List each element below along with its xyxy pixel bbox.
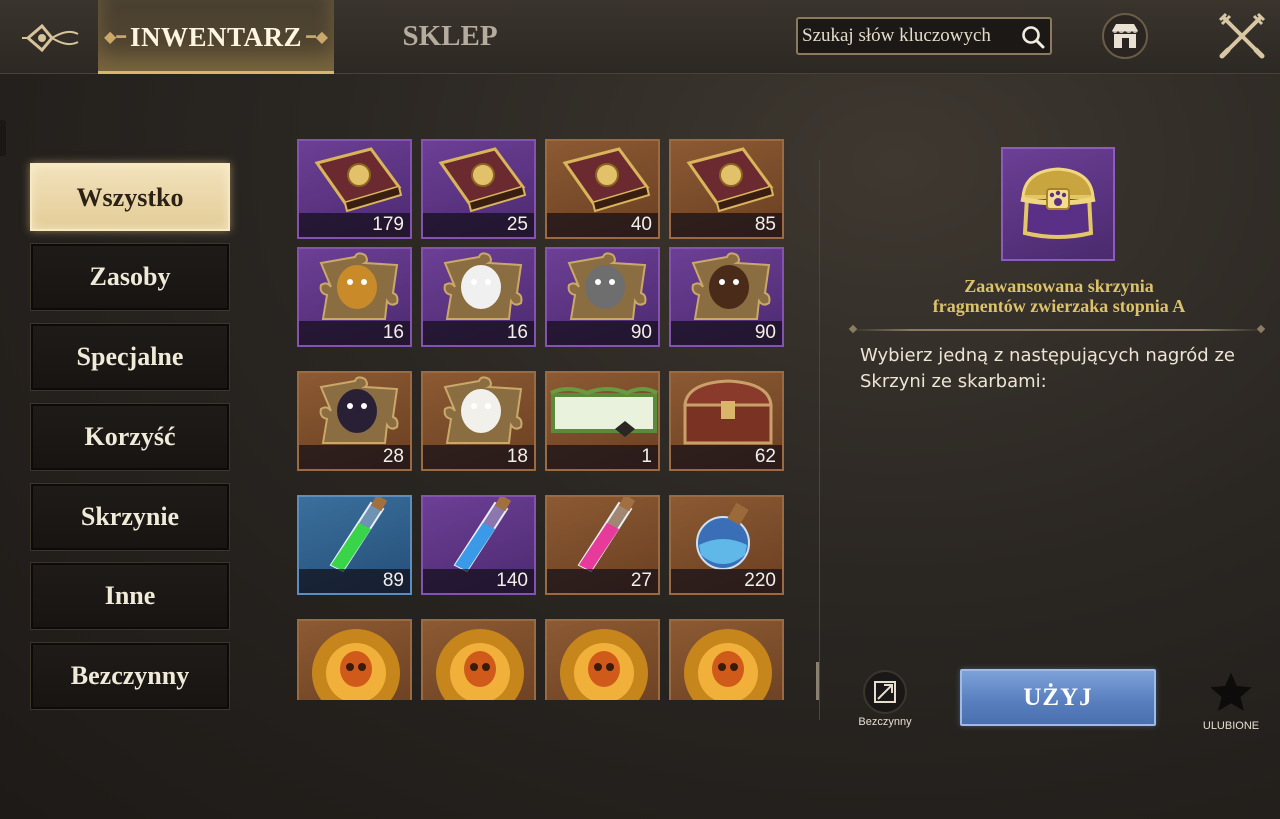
- left-edge-handle: [0, 120, 6, 156]
- item-title: Zaawansowana skrzynia fragmentów zwierza…: [850, 276, 1268, 316]
- inventory-slot[interactable]: 18: [421, 371, 536, 471]
- item-count: 85: [671, 213, 782, 237]
- inventory-slot[interactable]: 16: [297, 247, 412, 347]
- inventory-slot[interactable]: 1: [545, 371, 660, 471]
- inventory-slot[interactable]: 28: [297, 371, 412, 471]
- tab-inventory-label: INWENTARZ: [129, 22, 303, 52]
- idle-icon: [863, 670, 907, 714]
- shop-icon[interactable]: [1102, 13, 1148, 59]
- pet-fragment-chest-icon: [1001, 147, 1115, 261]
- sidebar-item-benefit[interactable]: Korzyść: [30, 403, 230, 471]
- inventory-slot[interactable]: 16: [421, 247, 536, 347]
- item-count: 140: [423, 569, 534, 593]
- inventory-slot[interactable]: 220: [669, 495, 784, 595]
- inventory-slot[interactable]: 27: [545, 495, 660, 595]
- item-count: 220: [671, 569, 782, 593]
- sidebar-item-other[interactable]: Inne: [30, 562, 230, 630]
- item-count: 179: [299, 213, 410, 237]
- favorite-button[interactable]: ULUBIONE: [1196, 667, 1266, 732]
- inventory-grid: 179 25 40 85 16 16 90 90 28 18 1 62 89 140 27 220: [297, 139, 785, 700]
- inventory-slot[interactable]: 90: [669, 247, 784, 347]
- star-icon: [1205, 667, 1257, 716]
- inventory-slot[interactable]: 89: [297, 495, 412, 595]
- item-count: 62: [671, 445, 782, 469]
- search-input[interactable]: [802, 23, 1022, 49]
- search-field[interactable]: [796, 17, 1052, 55]
- item-count: 89: [299, 569, 410, 593]
- inventory-slot[interactable]: 85: [669, 139, 784, 239]
- item-count: 16: [299, 321, 410, 345]
- search-icon[interactable]: [1020, 24, 1046, 50]
- sidebar-item-all[interactable]: Wszystko: [30, 163, 230, 231]
- item-count: 16: [423, 321, 534, 345]
- item-title-line-2: fragmentów zwierzaka stopnia A: [932, 296, 1186, 316]
- favorite-label: ULUBIONE: [1202, 720, 1260, 732]
- panel-divider: [819, 160, 820, 720]
- item-count: 90: [671, 321, 782, 345]
- inventory-slot[interactable]: [421, 619, 536, 700]
- inventory-slot[interactable]: 179: [297, 139, 412, 239]
- tab-inventory[interactable]: ◆━ INWENTARZ ━◆: [98, 0, 334, 74]
- inventory-slot[interactable]: 90: [545, 247, 660, 347]
- inventory-slot[interactable]: [545, 619, 660, 700]
- item-count: 90: [547, 321, 658, 345]
- sidebar-item-chests[interactable]: Skrzynie: [30, 483, 230, 551]
- sidebar-item-idle[interactable]: Bezczynny: [30, 642, 230, 710]
- sidebar-item-special[interactable]: Specjalne: [30, 323, 230, 391]
- sidebar-item-resources[interactable]: Zasoby: [30, 243, 230, 311]
- inventory-slot[interactable]: 62: [669, 371, 784, 471]
- item-count: 28: [299, 445, 410, 469]
- inventory-slot[interactable]: [669, 619, 784, 700]
- item-count: 25: [423, 213, 534, 237]
- crossed-swords-close-icon[interactable]: [1216, 10, 1268, 62]
- inventory-slot[interactable]: 140: [421, 495, 536, 595]
- item-count: 18: [423, 445, 534, 469]
- inventory-slot[interactable]: 40: [545, 139, 660, 239]
- idle-label: Bezczynny: [858, 716, 912, 728]
- ornament-right-icon: ━◆: [306, 27, 328, 46]
- item-title-line-1: Zaawansowana skrzynia: [964, 276, 1154, 296]
- inventory-slot[interactable]: [297, 619, 412, 700]
- item-description: Wybierz jedną z następujących nagród ze …: [860, 345, 1235, 392]
- idle-button[interactable]: Bezczynny: [852, 670, 918, 730]
- item-count: 1: [547, 445, 658, 469]
- use-button[interactable]: UŻYJ: [960, 669, 1156, 726]
- top-bar: ◆━ INWENTARZ ━◆ SKLEP: [0, 0, 1280, 74]
- tab-shop[interactable]: SKLEP: [380, 20, 520, 56]
- item-count: 27: [547, 569, 658, 593]
- inventory-slot[interactable]: 25: [421, 139, 536, 239]
- item-count: 40: [547, 213, 658, 237]
- title-divider: [850, 329, 1264, 331]
- ornament-back-icon[interactable]: [18, 12, 98, 64]
